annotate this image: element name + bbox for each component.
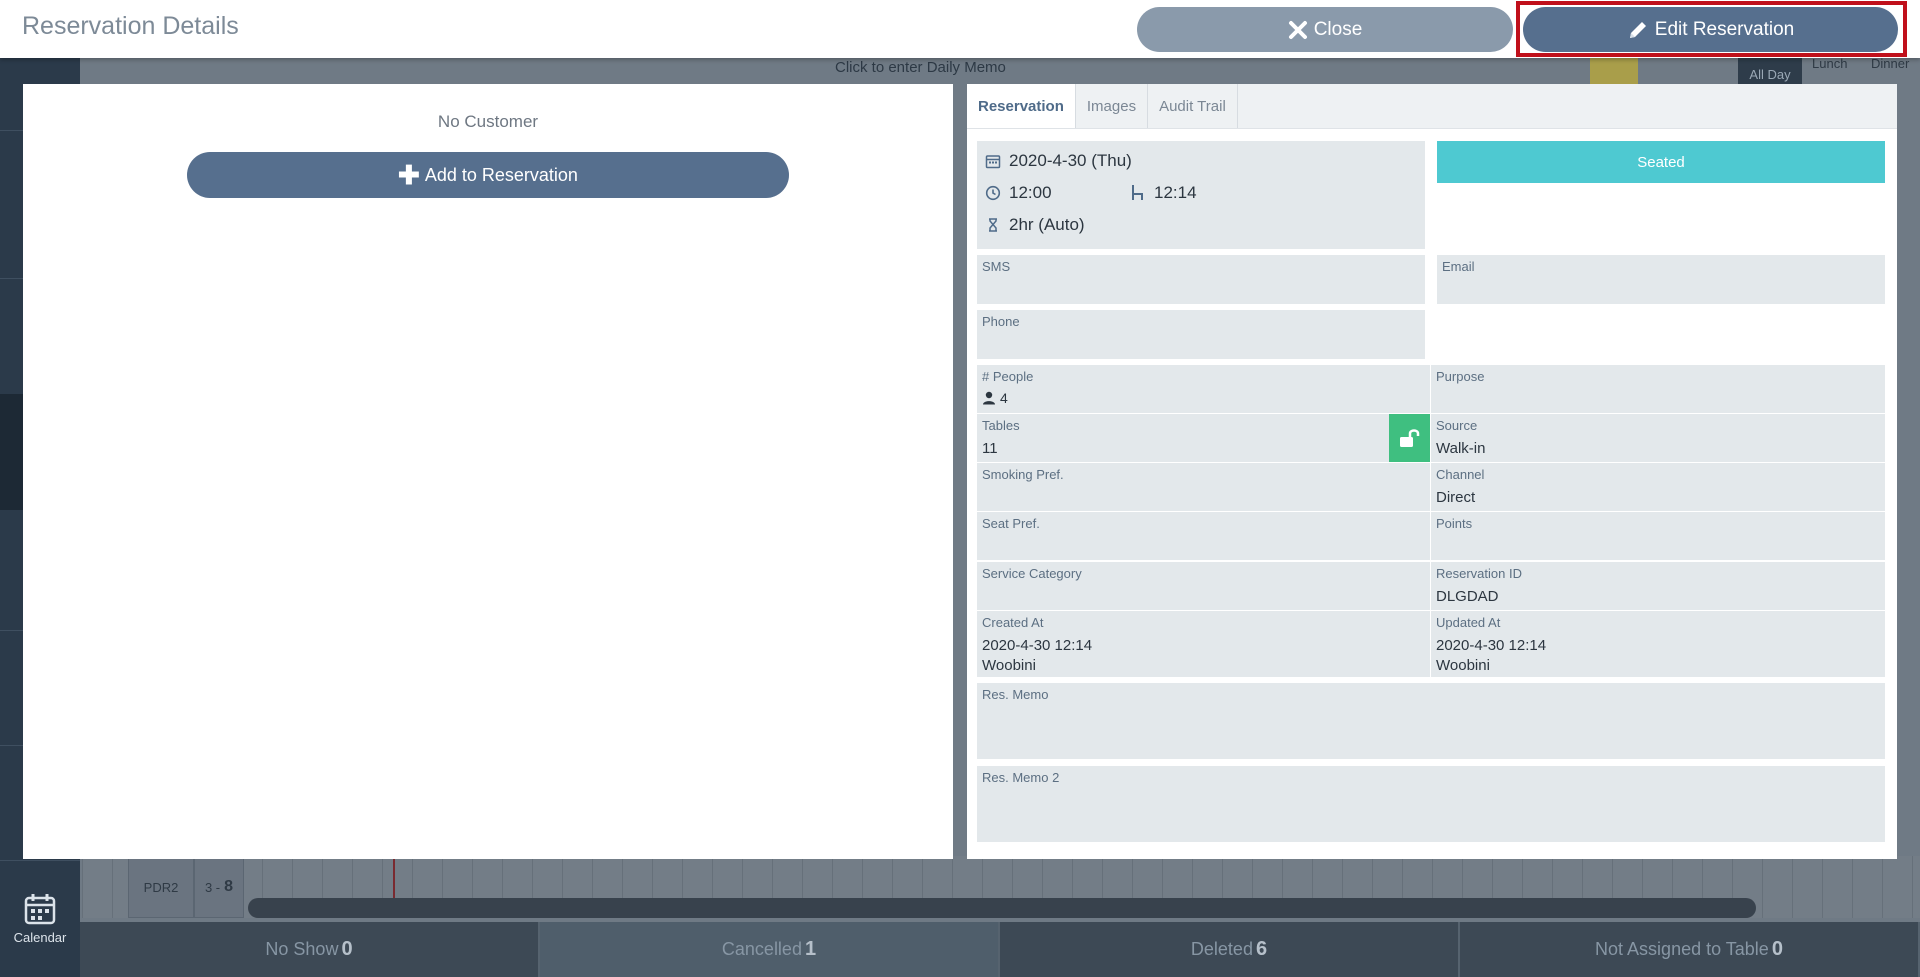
deleted-counter[interactable]: Deleted 6 [1000,922,1460,977]
updated-by-value: Woobini [1436,657,1490,674]
res-memo-field[interactable]: Res. Memo [977,683,1885,759]
unlock-icon [1399,429,1419,447]
sms-label: SMS [982,259,1011,274]
seat-pref-field[interactable]: Seat Pref. [977,512,1430,560]
seat-pref-label: Seat Pref. [982,516,1040,531]
source-value: Walk-in [1436,440,1486,457]
modal-header: Reservation Details Close Edit Reservati… [0,0,1920,58]
dinner-tab[interactable]: Dinner [1871,56,1909,71]
cancelled-counter[interactable]: Cancelled 1 [540,922,1000,977]
tables-field[interactable]: Tables 11 [977,414,1430,462]
res-memo-2-label: Res. Memo 2 [982,770,1060,785]
edit-reservation-button[interactable]: Edit Reservation [1523,7,1898,52]
points-field[interactable]: Points [1431,512,1885,560]
table-row-name: PDR2 [128,856,194,918]
points-label: Points [1436,516,1473,531]
created-by-value: Woobini [982,657,1036,674]
service-category-label: Service Category [982,566,1082,581]
lunch-tab[interactable]: Lunch [1812,56,1847,71]
person-icon [983,391,995,405]
reservation-id-label: Reservation ID [1436,566,1522,581]
pencil-icon [1629,21,1646,38]
tab-images[interactable]: Images [1076,84,1149,128]
hourglass-icon [989,218,997,232]
people-value: 4 [1000,390,1008,406]
table-lock-button[interactable] [1389,414,1430,462]
tab-audit-trail[interactable]: Audit Trail [1148,84,1238,128]
phone-field[interactable]: Phone [977,310,1425,359]
close-icon [1288,20,1307,39]
chair-icon [1132,185,1143,200]
tables-label: Tables [982,418,1020,433]
reservation-date: 2020-4-30 (Thu) [1009,151,1132,170]
created-at-value: 2020-4-30 12:14 [982,637,1093,654]
created-at-label: Created At [982,615,1044,630]
datetime-box[interactable]: 2020-4-30 (Thu) 12:00 12:14 2hr (Auto) [977,141,1425,249]
close-button-label: Close [1313,18,1363,40]
sms-field[interactable]: SMS [977,255,1425,304]
not-assigned-counter[interactable]: Not Assigned to Table 0 [1460,922,1920,977]
phone-label: Phone [982,314,1020,329]
people-label: # People [982,369,1034,384]
add-to-reservation-button[interactable]: ✚ Add to Reservation [187,152,789,198]
time-row: 12:00 [985,183,1052,203]
updated-at-value: 2020-4-30 12:14 [1436,637,1547,654]
res-memo-2-field[interactable]: Res. Memo 2 [977,766,1885,842]
reservation-panel: Reservation Images Audit Trail 2020-4-30… [967,84,1897,859]
created-at-field: Created At 2020-4-30 12:14 Woobini [977,611,1430,677]
service-category-field[interactable]: Service Category [977,562,1430,610]
channel-value: Direct [1436,489,1476,506]
tables-value: 11 [982,440,998,457]
channel-label: Channel [1436,467,1485,482]
updated-at-label: Updated At [1436,615,1501,630]
reservation-id-field: Reservation ID DLGDAD [1431,562,1885,610]
status-footer: No Show 0 Cancelled 1 Deleted 6 Not Assigne… [80,922,1920,977]
no-customer-text: No Customer [437,112,539,131]
seated-time-row: 12:14 [1130,183,1197,203]
reservation-id-value: DLGDAD [1436,588,1499,605]
date-row: 2020-4-30 (Thu) [985,151,1132,171]
page-title: Reservation Details [22,12,239,40]
people-field[interactable]: # People 4 [977,365,1430,413]
smoking-pref-label: Smoking Pref. [982,467,1064,482]
tab-bar: Reservation Images Audit Trail [967,84,1897,129]
edit-reservation-label: Edit Reservation [1654,18,1795,40]
reservation-time: 12:00 [1009,183,1052,202]
table-row-capacity: 3 -8 [194,856,244,918]
add-to-reservation-label: Add to Reservation [424,164,578,185]
sidebar-item-label: Calendar [13,930,67,945]
reservation-duration: 2hr (Auto) [1009,215,1085,234]
seated-time: 12:14 [1154,183,1197,202]
timeline-scrollbar[interactable] [248,898,1756,918]
channel-field[interactable]: Channel Direct [1431,463,1885,511]
sidebar-item-calendar[interactable]: Calendar [0,860,80,977]
clock-icon [985,185,1001,201]
daily-memo-link[interactable]: Click to enter Daily Memo [835,59,1006,76]
duration-row: 2hr (Auto) [985,215,1085,235]
source-field[interactable]: Source Walk-in [1431,414,1885,462]
status-seated-button[interactable]: Seated [1437,141,1885,183]
email-label: Email [1442,259,1475,274]
plus-icon: ✚ [398,160,420,190]
purpose-label: Purpose [1436,369,1485,384]
calendar-icon [24,894,56,925]
source-label: Source [1436,418,1478,433]
updated-at-field: Updated At 2020-4-30 12:14 Woobini [1431,611,1885,677]
email-field[interactable]: Email [1437,255,1885,304]
res-memo-label: Res. Memo [982,687,1049,702]
tab-reservation[interactable]: Reservation [967,84,1076,128]
calendar-icon [985,155,1001,169]
smoking-pref-field[interactable]: Smoking Pref. [977,463,1430,511]
customer-panel: No Customer ✚ Add to Reservation [23,84,953,859]
people-value-row: 4 [982,390,1008,406]
purpose-field[interactable]: Purpose [1431,365,1885,413]
no-show-counter[interactable]: No Show 0 [80,922,540,977]
close-button[interactable]: Close [1137,7,1513,52]
